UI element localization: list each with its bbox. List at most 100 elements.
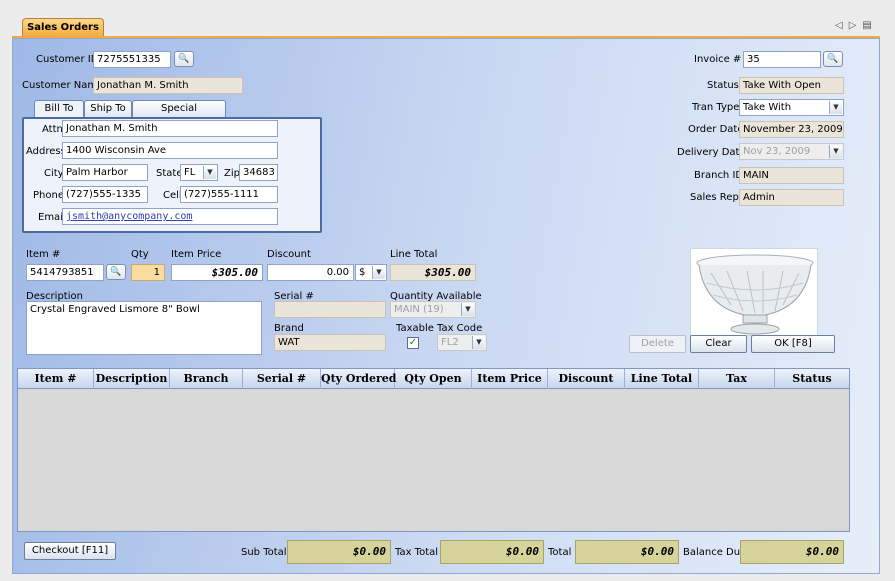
order-date-label: Order Date — [688, 124, 744, 135]
column-header-qty-ordered[interactable]: Qty Ordered — [321, 369, 396, 389]
delivery-date-field: Nov 23, 2009 ▼ — [739, 143, 844, 160]
attn-field[interactable]: Jonathan M. Smith — [62, 120, 278, 137]
nav-menu-icon[interactable]: ▤ — [862, 20, 877, 31]
chevron-down-icon: ▼ — [829, 145, 842, 158]
delivery-date-label: Delivery Date — [677, 147, 746, 158]
checkout-button[interactable]: Checkout [F11] — [24, 542, 116, 560]
column-header-discount[interactable]: Discount — [548, 369, 625, 389]
description-field[interactable]: Crystal Engraved Lismore 8" Bowl — [26, 301, 262, 355]
taxable-checkbox[interactable]: ✓ — [407, 337, 419, 349]
tran-type-value: Take With — [743, 102, 792, 113]
tax-total-label: Tax Total — [395, 547, 439, 558]
chevron-down-icon[interactable]: ▼ — [829, 101, 842, 114]
chevron-down-icon: ▼ — [472, 336, 485, 349]
customer-id-field[interactable]: 7275551335 — [93, 51, 171, 68]
discount-label: Discount — [267, 249, 311, 260]
item-label: Item # — [26, 249, 61, 260]
column-header-branch[interactable]: Branch — [170, 369, 243, 389]
column-header-description[interactable]: Description — [94, 369, 170, 389]
chevron-down-icon[interactable]: ▼ — [203, 166, 216, 179]
brand-field: WAT — [274, 334, 386, 351]
discount-unit-select[interactable]: $ ▼ — [355, 264, 387, 281]
tran-type-select[interactable]: Take With ▼ — [739, 99, 844, 116]
status-field: Take With Open — [739, 77, 844, 94]
chevron-down-icon: ▼ — [461, 303, 474, 316]
attn-label: Attn — [42, 124, 63, 135]
zip-field[interactable]: 34683 — [239, 164, 278, 181]
state-select[interactable]: FL ▼ — [180, 164, 218, 181]
item-lookup-icon[interactable]: 🔍 — [106, 264, 126, 280]
invoice-label: Invoice # — [694, 54, 742, 65]
brand-label: Brand — [274, 323, 304, 334]
tax-code-label: Tax Code — [437, 323, 483, 334]
column-header-qty-open[interactable]: Qty Open — [395, 369, 472, 389]
branch-field: MAIN — [739, 167, 844, 184]
sales-rep-label: Sales Rep. — [690, 192, 742, 203]
nav-prev-icon[interactable]: ◁ — [835, 20, 849, 31]
customer-name-field: Jonathan M. Smith — [93, 77, 243, 94]
total-label: Total — [548, 547, 572, 558]
order-lines-table[interactable]: Item # Description Branch Serial # Qty O… — [17, 368, 850, 532]
ok-button[interactable]: OK [F8] — [751, 335, 835, 353]
window-nav: ◁▷▤ — [835, 20, 878, 31]
line-total-field: $305.00 — [390, 264, 476, 281]
order-date-field: November 23, 2009 — [739, 121, 844, 138]
tab-sales-orders[interactable]: Sales Orders — [22, 18, 104, 37]
delivery-date-value: Nov 23, 2009 — [743, 146, 811, 157]
item-field[interactable]: 5414793851 — [26, 264, 104, 281]
subtotal-field: $0.00 — [287, 540, 391, 564]
table-header: Item # Description Branch Serial # Qty O… — [18, 369, 849, 389]
checkmark-icon: ✓ — [408, 337, 418, 348]
product-image — [690, 248, 818, 336]
tab-ship-to[interactable]: Ship To — [84, 100, 132, 117]
tax-code-select: FL2 ▼ — [437, 334, 487, 351]
crystal-bowl-icon — [696, 254, 814, 335]
cell-field[interactable]: (727)555-1111 — [180, 186, 278, 203]
email-link[interactable]: jsmith@anycompany.com — [66, 211, 192, 222]
delete-button[interactable]: Delete — [629, 335, 686, 353]
balance-due-label: Balance Due — [683, 547, 747, 558]
qty-field[interactable]: 1 — [131, 264, 165, 281]
email-field[interactable]: jsmith@anycompany.com — [62, 208, 278, 225]
customer-id-label: Customer ID — [36, 54, 99, 65]
zip-label: Zip — [224, 168, 240, 179]
tax-total-field: $0.00 — [440, 540, 544, 564]
discount-field[interactable]: 0.00 — [267, 264, 354, 281]
tran-type-label: Tran Type — [692, 102, 740, 113]
column-header-status[interactable]: Status — [775, 369, 849, 389]
balance-due-field: $0.00 — [740, 540, 844, 564]
qty-label: Qty — [131, 249, 149, 260]
tax-code-value: FL2 — [441, 337, 459, 348]
address-label: Address — [26, 146, 66, 157]
nav-next-icon[interactable]: ▷ — [849, 20, 863, 31]
invoice-lookup-icon[interactable]: 🔍 — [823, 51, 843, 67]
state-value: FL — [184, 167, 196, 178]
clear-button[interactable]: Clear — [690, 335, 747, 353]
tab-bill-to[interactable]: Bill To — [34, 100, 84, 118]
customer-lookup-icon[interactable]: 🔍 — [174, 51, 194, 67]
serial-field — [274, 301, 386, 318]
branch-label: Branch ID — [694, 170, 744, 181]
address-field[interactable]: 1400 Wisconsin Ave — [62, 142, 278, 159]
invoice-field[interactable]: 35 — [743, 51, 821, 68]
phone-field[interactable]: (727)555-1335 — [62, 186, 148, 203]
column-header-serial[interactable]: Serial # — [243, 369, 321, 389]
chevron-down-icon[interactable]: ▼ — [372, 266, 385, 279]
qty-available-value: MAIN (19) — [394, 304, 444, 315]
item-price-field[interactable]: $305.00 — [171, 264, 263, 281]
column-header-line-total[interactable]: Line Total — [625, 369, 699, 389]
item-price-label: Item Price — [171, 249, 222, 260]
discount-unit-value: $ — [359, 267, 366, 278]
line-total-label: Line Total — [390, 249, 438, 260]
city-field[interactable]: Palm Harbor — [62, 164, 148, 181]
city-label: City — [44, 168, 64, 179]
column-header-item-price[interactable]: Item Price — [472, 369, 548, 389]
customer-name-label: Customer Name — [22, 80, 104, 91]
phone-label: Phone — [33, 190, 64, 201]
subtotal-label: Sub Total — [241, 547, 287, 558]
total-field: $0.00 — [575, 540, 679, 564]
column-header-tax[interactable]: Tax — [699, 369, 775, 389]
column-header-item[interactable]: Item # — [18, 369, 94, 389]
tab-special-instructions[interactable]: Special Instructions — [132, 100, 226, 129]
cell-label: Cell — [163, 190, 182, 201]
